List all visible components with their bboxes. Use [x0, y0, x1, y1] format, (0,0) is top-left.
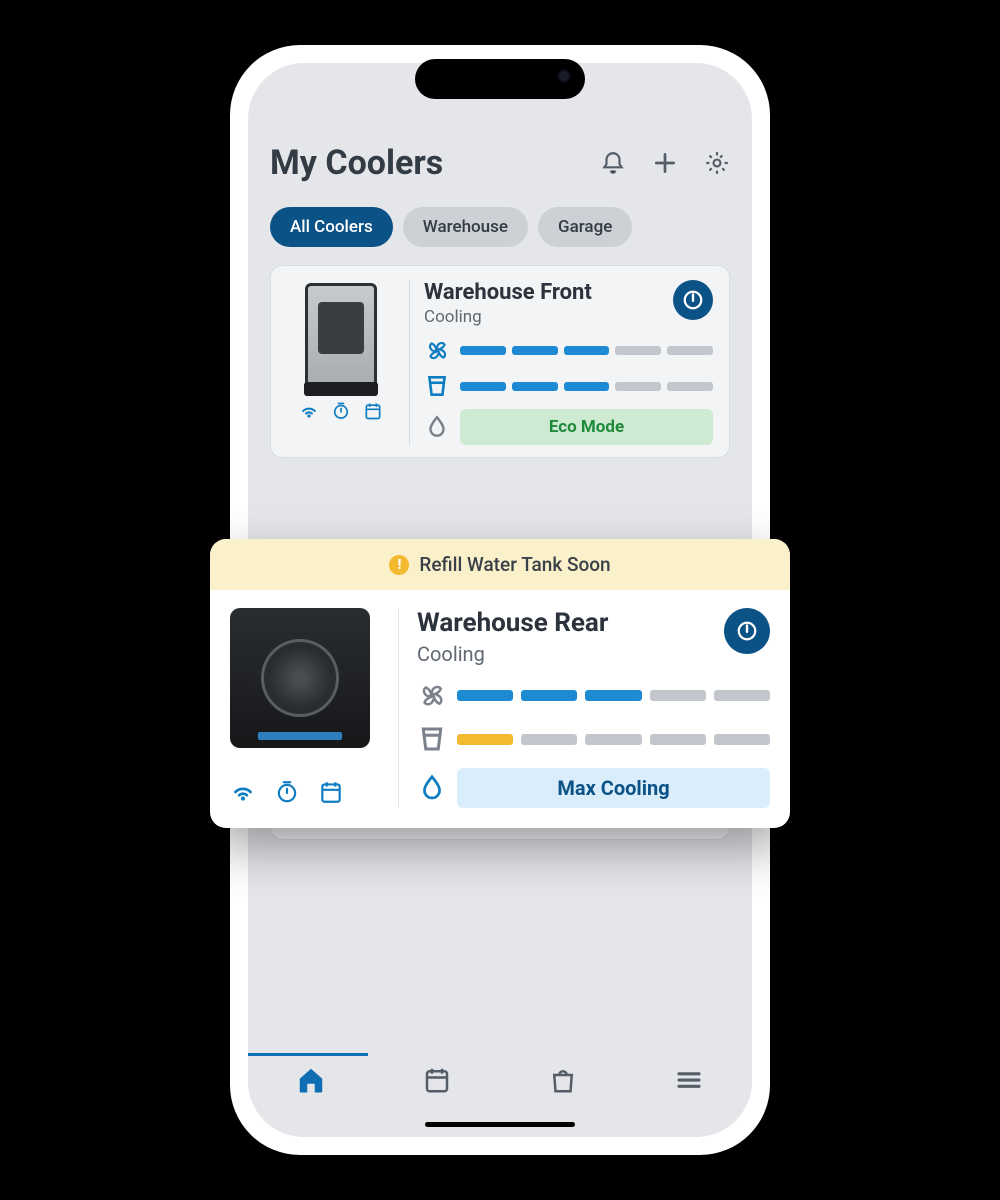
cooler-image: [294, 280, 389, 395]
fan-icon: [417, 680, 447, 710]
tab-warehouse[interactable]: Warehouse: [403, 207, 528, 247]
alert-text: Refill Water Tank Soon: [419, 553, 610, 576]
bell-icon[interactable]: [600, 150, 626, 176]
filter-tabs: All Coolers Warehouse Garage: [270, 207, 730, 247]
home-indicator: [425, 1122, 575, 1127]
water-icon: [424, 373, 450, 399]
header: My Coolers: [270, 143, 730, 183]
water-level: [460, 382, 713, 391]
wifi-icon: [230, 779, 256, 805]
water-level: [457, 734, 770, 745]
cooler-name: Warehouse Front: [424, 280, 592, 305]
calendar-icon: [318, 779, 344, 805]
bottom-tabbar: [248, 1053, 752, 1137]
timer-icon: [331, 401, 351, 421]
tab-garage[interactable]: Garage: [538, 207, 632, 247]
mode-label[interactable]: Eco Mode: [460, 409, 713, 445]
cooler-card-expanded[interactable]: ! Refill Water Tank Soon Warehouse Rear: [210, 539, 790, 828]
phone-frame: My Coolers All Coolers Warehouse Garage: [230, 45, 770, 1155]
alert-icon: !: [389, 555, 409, 575]
tab-all-coolers[interactable]: All Coolers: [270, 207, 393, 247]
fan-level: [457, 690, 770, 701]
nav-shop[interactable]: [548, 1065, 578, 1099]
nav-home[interactable]: [296, 1065, 326, 1099]
active-indicator: [248, 1053, 368, 1056]
dynamic-island: [415, 59, 585, 99]
page-title: My Coolers: [270, 143, 600, 183]
fan-level: [460, 346, 713, 355]
wifi-icon: [299, 401, 319, 421]
gear-icon[interactable]: [704, 150, 730, 176]
cooler-status: Cooling: [417, 642, 608, 666]
cooler-image: [230, 608, 370, 763]
nav-schedule[interactable]: [422, 1065, 452, 1099]
power-button[interactable]: [724, 608, 770, 654]
cooler-status: Cooling: [424, 307, 592, 327]
power-button[interactable]: [673, 280, 713, 320]
water-icon: [417, 724, 447, 754]
calendar-icon: [363, 401, 383, 421]
cooler-name: Warehouse Rear: [417, 608, 608, 638]
drop-icon: [424, 414, 450, 440]
mode-label[interactable]: Max Cooling: [457, 768, 770, 808]
timer-icon: [274, 779, 300, 805]
plus-icon[interactable]: [652, 150, 678, 176]
nav-menu[interactable]: [674, 1065, 704, 1099]
fan-icon: [424, 337, 450, 363]
cooler-card[interactable]: Warehouse Front Cooling: [270, 265, 730, 458]
drop-icon: [417, 773, 447, 803]
alert-banner: ! Refill Water Tank Soon: [210, 539, 790, 590]
